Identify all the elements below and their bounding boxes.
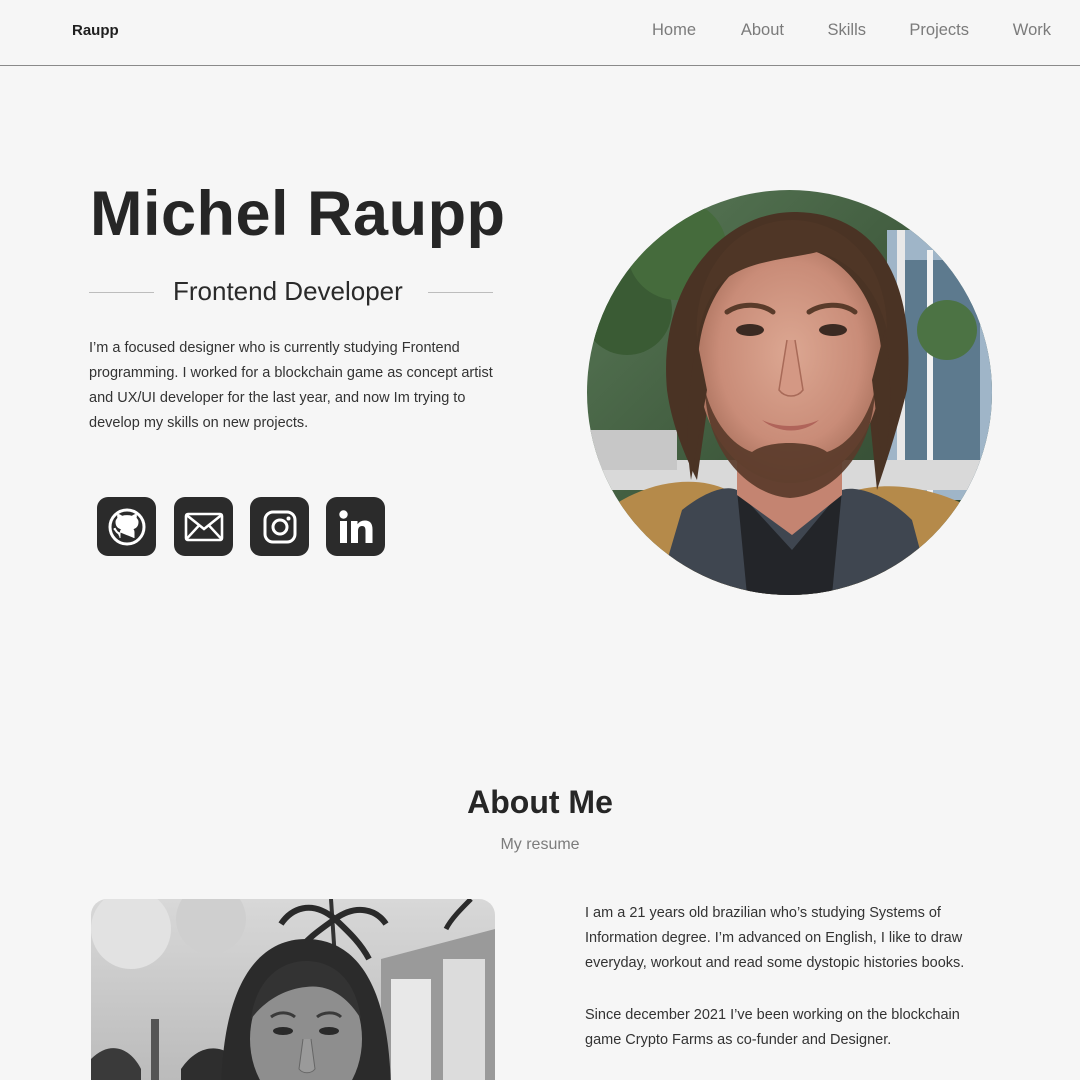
about-subtitle: My resume [500, 836, 580, 853]
about-paragraph-1: I am a 21 years old brazilian who’s stud… [585, 905, 965, 971]
hero-role-text: Frontend Developer [173, 276, 403, 306]
about-photo [91, 899, 495, 1080]
hero-bio: I’m a focused designer who is currently … [89, 340, 493, 431]
github-icon [108, 508, 145, 545]
github-link[interactable] [97, 497, 156, 556]
instagram-link[interactable] [250, 497, 309, 556]
mail-link[interactable] [174, 497, 233, 556]
profile-photo [587, 190, 992, 595]
hero-role: Frontend Developer [89, 276, 493, 310]
nav-about[interactable]: About [741, 21, 784, 40]
nav-home[interactable]: Home [652, 21, 696, 40]
about-paragraph-2: Since december 2021 I’ve been working on… [585, 1007, 960, 1048]
about-text: I am a 21 years old brazilian who’s stud… [585, 901, 985, 1080]
nav-skills[interactable]: Skills [827, 21, 866, 40]
linkedin-icon [338, 509, 372, 543]
site-header: Raupp Home About Skills Projects Work [0, 0, 1080, 66]
site-logo[interactable]: Raupp [72, 22, 119, 39]
nav-work[interactable]: Work [1013, 21, 1051, 40]
about-photo-image [91, 899, 495, 1080]
linkedin-link[interactable] [326, 497, 385, 556]
instagram-icon [263, 510, 296, 543]
about-title: About Me [467, 784, 613, 820]
role-divider-right [428, 292, 493, 293]
mail-icon [184, 512, 223, 541]
role-divider-left [89, 292, 154, 293]
nav-projects[interactable]: Projects [909, 21, 969, 40]
profile-photo-image [587, 190, 992, 595]
hero-name: Michel Raupp [90, 179, 506, 249]
